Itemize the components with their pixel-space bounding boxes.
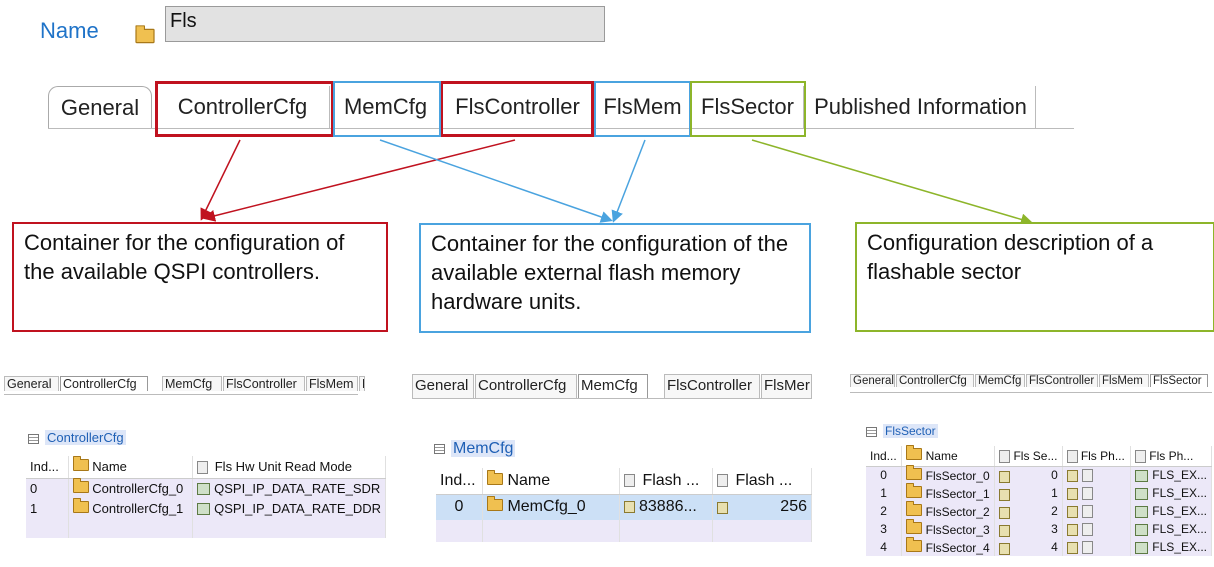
col-index[interactable]: Ind... <box>866 446 903 467</box>
col-read-mode[interactable]: Fls Hw Unit Read Mode <box>192 456 386 479</box>
mini-tab-controllercfg[interactable]: ControllerCfg <box>60 376 148 391</box>
col-index[interactable]: Ind... <box>26 456 69 479</box>
enum-icon <box>1135 541 1149 554</box>
mini-tab-general[interactable]: General <box>4 376 59 391</box>
col-fls-ph-1[interactable]: Fls Ph... <box>1062 446 1132 467</box>
col-name[interactable]: Name <box>901 445 996 467</box>
mini-tab-memcfg[interactable]: MemCfg <box>975 374 1025 387</box>
arrow-flssector <box>751 139 1033 226</box>
value-icon <box>1066 469 1078 482</box>
folder-icon <box>906 445 923 461</box>
col-index[interactable]: Ind... <box>436 468 483 495</box>
table-row[interactable]: 3 FlsSector_3 3 FLS_EX... <box>866 518 1212 538</box>
section-title-memcfg: MemCfg <box>434 440 516 458</box>
sector-tab-bar: General ControllerCfg MemCfg FlsControll… <box>850 374 1212 393</box>
doc-icon <box>717 474 728 488</box>
table-row[interactable]: 1 ControllerCfg_1 QSPI_IP_DATA_RATE_DDR <box>26 497 386 518</box>
enum-icon <box>1135 487 1149 500</box>
table-icon <box>434 443 445 454</box>
mini-tab-flssector[interactable]: FlsSector <box>1150 374 1208 387</box>
table-row[interactable]: 0 FlsSector_0 0 FLS_EX... <box>866 464 1212 484</box>
enum-icon <box>197 503 211 516</box>
checkbox-icon[interactable] <box>1081 505 1093 519</box>
mini-tab-memcfg[interactable]: MemCfg <box>162 376 222 391</box>
checkbox-icon[interactable] <box>1081 469 1093 483</box>
col-name[interactable]: Name <box>68 456 194 479</box>
value-icon <box>999 506 1011 519</box>
mini-tab-memcfg[interactable]: MemCfg <box>578 374 648 398</box>
value-icon <box>1066 487 1078 500</box>
callout-memory: Container for the configuration of the a… <box>419 223 811 333</box>
col-fls-ph-2[interactable]: Fls Ph... <box>1130 446 1212 467</box>
col-name[interactable]: Name <box>482 468 620 495</box>
doc-icon <box>999 449 1011 463</box>
section-title-controllercfg: ControllerCfg <box>28 430 126 445</box>
arrow-controllercfg <box>200 139 241 221</box>
mini-tab-flsmem[interactable]: FlsMem <box>1099 374 1149 387</box>
table-icon <box>28 433 39 444</box>
callout-sector: Configuration description of a flashable… <box>855 222 1214 332</box>
section-title-flssector: FlsSector <box>866 424 938 438</box>
doc-icon <box>624 474 635 488</box>
value-icon <box>999 542 1011 555</box>
enum-icon <box>1135 505 1149 518</box>
checkbox-icon[interactable] <box>1081 523 1093 537</box>
folder-icon <box>72 456 89 472</box>
value-icon <box>999 524 1011 537</box>
memory-table: Ind... Name Flash ... Flash ... 0 MemCfg… <box>436 468 812 542</box>
col-flash-1[interactable]: Flash ... <box>619 468 713 495</box>
mini-tab-flscontroller[interactable]: FlsController <box>1026 374 1098 387</box>
table-row[interactable]: 0 ControllerCfg_0 QSPI_IP_DATA_RATE_SDR <box>26 477 386 498</box>
folder-icon <box>906 500 923 516</box>
table-row[interactable]: 2 FlsSector_2 2 FLS_EX... <box>866 500 1212 520</box>
arrow-flsmem <box>611 139 646 223</box>
mini-tab-flssector[interactable]: FlsSe <box>359 376 365 391</box>
enum-icon <box>1135 523 1149 536</box>
value-icon <box>1066 505 1078 518</box>
table-row[interactable]: 1 FlsSector_1 1 FLS_EX... <box>866 482 1212 502</box>
value-icon <box>1066 523 1078 536</box>
enum-icon <box>1135 470 1149 483</box>
value-icon <box>624 501 635 514</box>
sector-table: Ind... Name Fls Se... Fls Ph... Fls Ph..… <box>866 445 1212 556</box>
folder-icon <box>906 536 923 552</box>
folder-icon <box>906 518 923 534</box>
mini-tab-flsmem[interactable]: FlsMem <box>306 376 358 391</box>
table-row[interactable]: 4 FlsSector_4 4 FLS_EX... <box>866 536 1212 556</box>
col-flash-2[interactable]: Flash ... <box>712 468 812 495</box>
callout-controller: Container for the configuration of the a… <box>12 222 388 332</box>
checkbox-icon[interactable] <box>1081 487 1093 501</box>
value-icon <box>999 470 1011 483</box>
folder-icon <box>72 477 89 493</box>
col-fls-se[interactable]: Fls Se... <box>994 446 1063 467</box>
checkbox-icon[interactable] <box>1081 541 1093 555</box>
folder-icon <box>906 464 923 480</box>
mini-tab-flscontroller[interactable]: FlsController <box>664 374 760 398</box>
mini-tab-general[interactable]: General <box>412 374 474 398</box>
value-icon <box>1066 541 1078 554</box>
folder-icon <box>906 482 923 498</box>
mini-tab-flscontroller[interactable]: FlsController <box>223 376 305 391</box>
mini-tab-general[interactable]: General <box>850 374 895 387</box>
mini-tab-controllercfg[interactable]: ControllerCfg <box>896 374 974 387</box>
doc-icon <box>197 461 209 475</box>
arrow-memcfg <box>379 139 613 223</box>
memory-tab-bar: General ControllerCfg MemCfg FlsControll… <box>412 374 812 399</box>
value-icon <box>999 488 1011 501</box>
mini-tab-controllercfg[interactable]: ControllerCfg <box>475 374 577 398</box>
folder-icon <box>487 496 503 512</box>
folder-icon <box>487 469 503 485</box>
value-icon <box>717 502 728 515</box>
doc-icon <box>1066 449 1078 463</box>
table-row[interactable]: 0 MemCfg_0 83886... 256 <box>436 494 812 520</box>
controller-table: Ind... Name Fls Hw Unit Read Mode 0 Cont… <box>26 456 386 538</box>
enum-icon <box>197 483 211 496</box>
mini-tab-flsmem[interactable]: FlsMer <box>761 374 812 398</box>
doc-icon <box>1135 449 1147 463</box>
controller-tab-bar: General ControllerCfg MemCfg FlsControll… <box>4 376 365 395</box>
folder-icon <box>72 497 89 513</box>
arrow-flscontroller <box>203 139 516 222</box>
table-icon <box>866 426 877 437</box>
